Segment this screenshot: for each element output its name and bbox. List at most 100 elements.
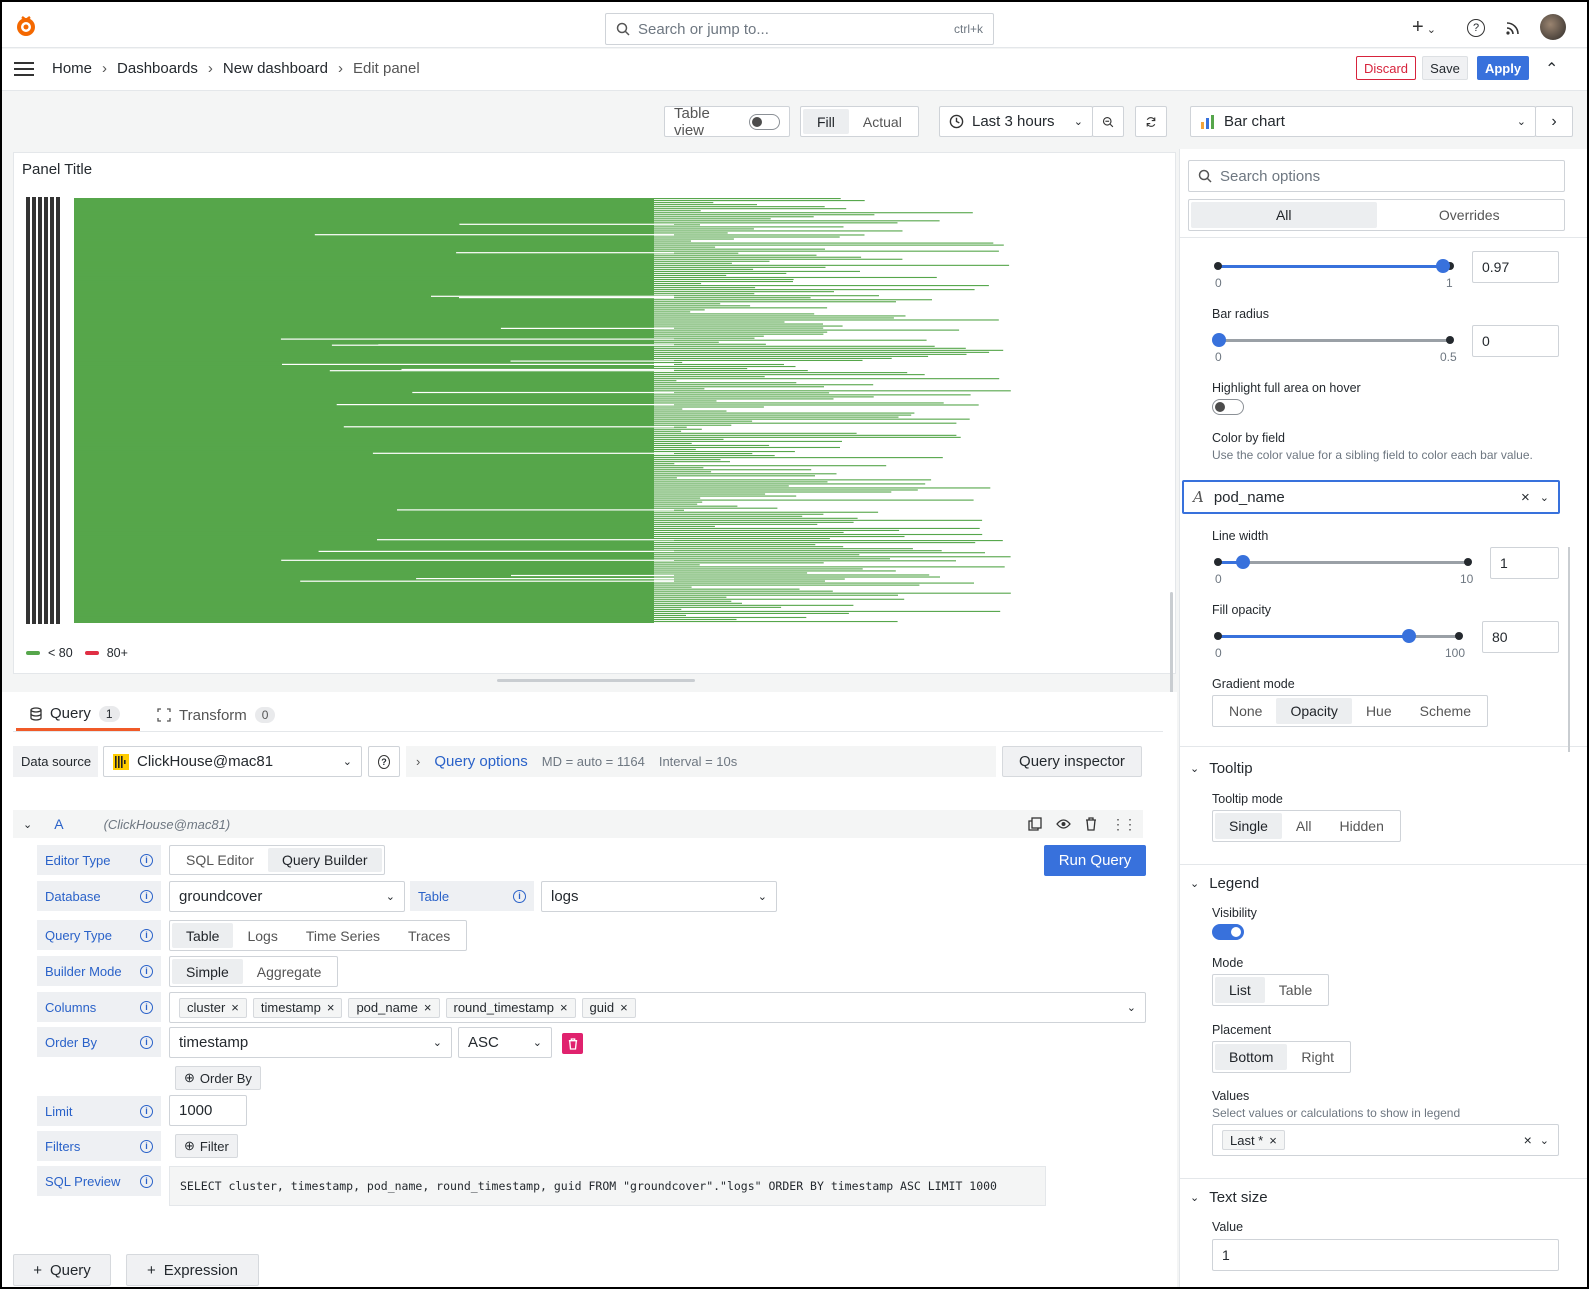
tooltip-hidden[interactable]: Hidden xyxy=(1325,813,1397,839)
add-new-button[interactable]: + ⌄ xyxy=(1412,16,1436,39)
placement-bottom[interactable]: Bottom xyxy=(1215,1044,1288,1070)
query-options-label[interactable]: Query options xyxy=(434,753,527,770)
query-row-header[interactable]: ⌄ A (ClickHouse@mac81) ⋮⋮ xyxy=(13,810,1143,838)
text-size-section-header[interactable]: ⌄ Text size xyxy=(1190,1189,1268,1206)
query-inspector-button[interactable]: Query inspector xyxy=(1002,746,1142,777)
eye-icon[interactable] xyxy=(1056,818,1071,830)
info-icon[interactable]: i xyxy=(140,889,153,903)
mode-simple[interactable]: Simple xyxy=(172,959,243,984)
data-source-picker[interactable]: ClickHouse@mac81 ⌄ xyxy=(103,746,362,777)
sql-editor-option[interactable]: SQL Editor xyxy=(172,848,268,872)
gradient-opacity[interactable]: Opacity xyxy=(1276,698,1352,724)
query-type-time-series[interactable]: Time Series xyxy=(292,923,394,948)
resize-handle[interactable] xyxy=(497,679,695,682)
slider-value-input[interactable]: 0.97 xyxy=(1472,251,1559,283)
highlight-toggle[interactable] xyxy=(1212,399,1244,415)
options-search[interactable]: Search options xyxy=(1188,160,1565,192)
apply-button[interactable]: Apply xyxy=(1477,56,1529,80)
close-icon[interactable]: × xyxy=(424,1000,432,1015)
query-ref[interactable]: A xyxy=(54,816,63,832)
tooltip-section-header[interactable]: ⌄ Tooltip xyxy=(1190,760,1253,777)
trash-icon[interactable] xyxy=(1085,817,1097,831)
breadcrumb-home[interactable]: Home xyxy=(52,60,92,77)
actual-option[interactable]: Actual xyxy=(849,109,916,134)
fill-opacity-handle[interactable] xyxy=(1402,629,1416,643)
info-icon[interactable]: i xyxy=(140,1035,153,1049)
legend-mode-table[interactable]: Table xyxy=(1265,977,1326,1003)
info-icon[interactable]: i xyxy=(140,964,153,978)
query-options-bar[interactable]: › Query options MD = auto = 1164 Interva… xyxy=(406,746,996,777)
info-icon[interactable]: i xyxy=(140,1000,153,1014)
tab-query[interactable]: Query 1 xyxy=(16,699,140,731)
order-direction-select[interactable]: ASC ⌄ xyxy=(458,1027,552,1058)
global-search[interactable]: Search or jump to... ctrl+k xyxy=(605,13,994,45)
visualization-picker[interactable]: Bar chart ⌄ xyxy=(1190,106,1536,137)
add-order-by-button[interactable]: ⊕ Order By xyxy=(175,1066,261,1090)
save-button[interactable]: Save xyxy=(1422,56,1468,80)
tooltip-all[interactable]: All xyxy=(1282,813,1326,839)
breadcrumb-new-dashboard[interactable]: New dashboard xyxy=(223,60,328,77)
order-by-select[interactable]: timestamp ⌄ xyxy=(169,1027,452,1058)
chevron-down-icon[interactable]: ⌄ xyxy=(23,818,32,831)
panel-title[interactable]: Panel Title xyxy=(22,161,92,178)
clear-icon[interactable]: × xyxy=(1521,489,1530,506)
query-type-table[interactable]: Table xyxy=(172,923,234,948)
breadcrumb-dashboards[interactable]: Dashboards xyxy=(117,60,198,77)
refresh-button[interactable] xyxy=(1135,106,1167,137)
placement-right[interactable]: Right xyxy=(1287,1044,1348,1070)
close-icon[interactable]: × xyxy=(231,1000,239,1015)
zoom-out-button[interactable] xyxy=(1092,106,1124,137)
fill-option[interactable]: Fill xyxy=(803,109,849,134)
add-filter-button[interactable]: ⊕ Filter xyxy=(175,1134,238,1158)
legend-visibility-toggle[interactable] xyxy=(1212,924,1244,940)
line-width-handle[interactable] xyxy=(1236,555,1250,569)
collapse-icon[interactable]: ⌃ xyxy=(1545,59,1558,79)
tooltip-single[interactable]: Single xyxy=(1215,813,1282,839)
info-icon[interactable]: i xyxy=(140,1104,153,1118)
grafana-logo-icon[interactable] xyxy=(14,14,38,38)
run-query-button[interactable]: Run Query xyxy=(1044,845,1146,876)
info-icon[interactable]: i xyxy=(140,928,153,942)
data-source-help-button[interactable]: ? xyxy=(368,746,400,777)
news-feed-icon[interactable] xyxy=(1505,20,1521,36)
add-expression-button[interactable]: + Expression xyxy=(126,1254,259,1286)
info-icon[interactable]: i xyxy=(140,1174,153,1188)
help-icon[interactable]: ? xyxy=(1467,19,1485,37)
query-type-logs[interactable]: Logs xyxy=(233,923,291,948)
line-width-input[interactable]: 1 xyxy=(1490,547,1559,579)
legend-values-select[interactable]: Last * × × ⌄ xyxy=(1212,1124,1559,1156)
gradient-none[interactable]: None xyxy=(1215,698,1276,724)
tab-overrides[interactable]: Overrides xyxy=(1377,202,1563,228)
drag-handle-icon[interactable]: ⋮⋮ xyxy=(1111,816,1137,833)
table-view-toggle[interactable]: Table view xyxy=(664,105,790,139)
gradient-hue[interactable]: Hue xyxy=(1352,698,1406,724)
info-icon[interactable]: i xyxy=(140,1139,153,1153)
query-builder-option[interactable]: Query Builder xyxy=(267,848,382,872)
legend-section-header[interactable]: ⌄ Legend xyxy=(1190,875,1259,892)
limit-input[interactable]: 1000 xyxy=(169,1095,247,1126)
text-size-input[interactable]: 1 xyxy=(1212,1239,1559,1271)
discard-button[interactable]: Discard xyxy=(1356,56,1416,80)
options-scrollbar[interactable] xyxy=(1568,547,1570,752)
bar-radius-input[interactable]: 0 xyxy=(1472,325,1559,357)
close-icon[interactable]: × xyxy=(1269,1133,1277,1148)
table-select[interactable]: logs ⌄ xyxy=(541,881,777,912)
tab-all[interactable]: All xyxy=(1191,202,1377,228)
columns-multiselect[interactable]: cluster × timestamp × pod_name × round_time… xyxy=(169,992,1146,1023)
legend-item-under-80[interactable]: < 80 xyxy=(26,646,73,660)
slider-handle[interactable] xyxy=(1436,259,1450,273)
info-icon[interactable]: i xyxy=(513,889,526,903)
bar-radius-handle[interactable] xyxy=(1212,333,1226,347)
legend-item-80-plus[interactable]: 80+ xyxy=(84,646,128,660)
duplicate-icon[interactable] xyxy=(1028,817,1042,831)
time-range-picker[interactable]: Last 3 hours ⌄ xyxy=(939,106,1093,137)
gradient-scheme[interactable]: Scheme xyxy=(1406,698,1485,724)
color-by-select[interactable]: A pod_name × ⌄ xyxy=(1182,480,1560,514)
remove-order-button[interactable] xyxy=(562,1033,583,1054)
menu-icon[interactable] xyxy=(14,61,36,77)
database-select[interactable]: groundcover ⌄ xyxy=(169,881,405,912)
user-avatar[interactable] xyxy=(1540,14,1566,40)
close-icon[interactable]: × xyxy=(560,1000,568,1015)
fill-opacity-input[interactable]: 80 xyxy=(1482,621,1559,653)
table-view-switch[interactable] xyxy=(749,113,780,130)
